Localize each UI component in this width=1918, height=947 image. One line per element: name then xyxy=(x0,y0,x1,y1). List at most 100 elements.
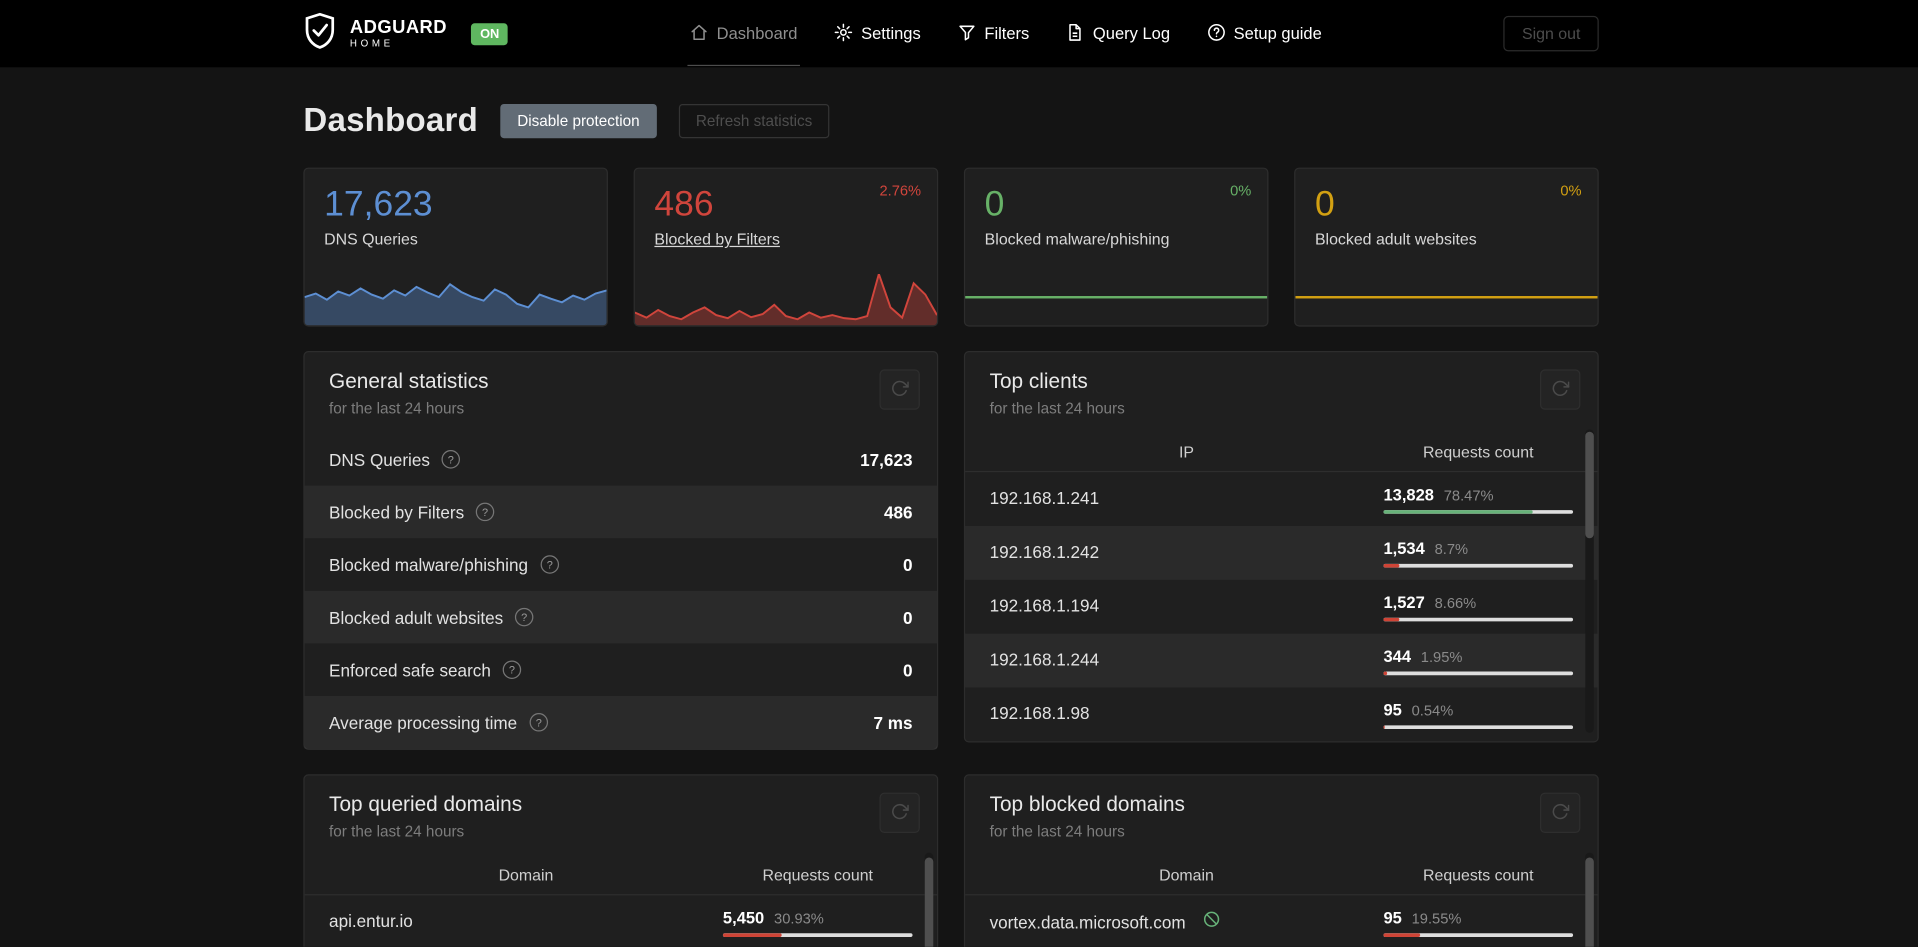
statistics-label: DNS Queries xyxy=(329,449,430,470)
column-header-requests: Requests count xyxy=(1422,442,1534,462)
blocked-by-filters-link[interactable]: Blocked by Filters xyxy=(654,230,779,248)
brand-subtitle: HOME xyxy=(349,37,394,49)
blocked-adult-card: 0% 0 Blocked adult websites xyxy=(1294,167,1599,327)
help-icon[interactable]: ? xyxy=(539,554,560,575)
dns-queries-label: DNS Queries xyxy=(324,229,418,249)
requests-count: 13,828 xyxy=(1383,485,1434,504)
blocked-adult-flatline xyxy=(1295,296,1598,299)
blocked-malware-percent: 0% xyxy=(1230,182,1252,200)
client-ip[interactable]: 192.168.1.242 xyxy=(990,542,1100,562)
requests-percent: 19.55% xyxy=(1411,909,1462,927)
card-subtitle: for the last 24 hours xyxy=(329,399,465,418)
document-icon xyxy=(1066,23,1084,45)
help-icon[interactable]: ? xyxy=(502,659,523,680)
requests-bar xyxy=(1383,724,1574,729)
top-blocked-header: Top blocked domains for the last 24 hour… xyxy=(965,776,1597,857)
statistics-label: Average processing time xyxy=(329,712,518,733)
requests-bar-fill xyxy=(1383,509,1533,514)
main-content: Dashboard Disable protection Refresh sta… xyxy=(303,102,1599,947)
nav-item-filters[interactable]: Filters xyxy=(957,23,1029,45)
question-circle-icon xyxy=(1207,23,1225,45)
card-title: Top blocked domains xyxy=(989,792,1185,816)
requests-count: 95 xyxy=(1383,700,1402,719)
statistics-value: 17,623 xyxy=(860,449,913,470)
column-header-requests: Requests count xyxy=(762,866,873,885)
requests-bar-fill xyxy=(1383,670,1388,675)
column-header-domain: Domain xyxy=(498,866,554,885)
scrollbar-thumb[interactable] xyxy=(924,857,934,947)
general-statistics-table: DNS Queries ? 17,623 Blocked by Filters … xyxy=(304,433,937,749)
scrollbar-thumb[interactable] xyxy=(1585,857,1594,947)
requests-count: 5,450 xyxy=(722,908,765,927)
refresh-card-button[interactable] xyxy=(1540,369,1581,410)
general-statistics-header: General statistics for the last 24 hours xyxy=(305,352,937,433)
blocked-icon xyxy=(1202,910,1220,928)
statistics-label: Blocked by Filters xyxy=(329,502,465,522)
statistics-value: 0 xyxy=(902,607,913,627)
brand-home-link[interactable]: ADGUARD HOME ON xyxy=(303,12,508,56)
scrollbar-track[interactable] xyxy=(924,852,934,947)
funnel-icon xyxy=(957,23,975,45)
requests-bar-fill xyxy=(722,932,782,937)
table-row: 192.168.1.242 1,534 8.7% xyxy=(965,525,1598,580)
top-blocked-table: vortex.data.microsoft.com 95 19.55% xyxy=(965,895,1597,946)
requests-percent: 1.95% xyxy=(1420,647,1463,665)
nav-item-query-log[interactable]: Query Log xyxy=(1066,23,1170,45)
table-row: vortex.data.microsoft.com 95 19.55% xyxy=(965,895,1597,946)
blocked-malware-card: 0% 0 Blocked malware/phishing xyxy=(963,167,1269,327)
help-icon[interactable]: ? xyxy=(528,712,549,733)
top-clients-header: Top clients for the last 24 hours xyxy=(965,352,1597,433)
column-header-domain: Domain xyxy=(1159,866,1214,885)
statistics-row: Blocked malware/phishing ? 0 xyxy=(305,538,937,591)
statistics-label: Enforced safe search xyxy=(329,659,491,680)
requests-count: 1,527 xyxy=(1383,592,1425,611)
top-clients-card: Top clients for the last 24 hours IP Req… xyxy=(963,351,1599,743)
nav-item-setup-guide[interactable]: Setup guide xyxy=(1207,23,1322,45)
nav-item-settings[interactable]: Settings xyxy=(834,23,921,45)
help-icon[interactable]: ? xyxy=(475,502,496,523)
general-statistics-card: General statistics for the last 24 hours… xyxy=(303,351,939,750)
top-navbar: ADGUARD HOME ON Dashboard Settings Filte… xyxy=(0,0,1918,68)
table-header-row: Domain Requests count xyxy=(965,856,1598,896)
column-header-requests: Requests count xyxy=(1422,866,1534,885)
scrollbar-track[interactable] xyxy=(1585,429,1594,733)
svg-text:?: ? xyxy=(536,717,542,729)
refresh-card-button[interactable] xyxy=(879,369,920,410)
refresh-card-button[interactable] xyxy=(879,792,920,834)
refresh-statistics-button[interactable]: Refresh statistics xyxy=(678,103,830,138)
help-icon[interactable]: ? xyxy=(514,607,535,628)
requests-bar-fill xyxy=(1383,617,1400,621)
scrollbar-thumb[interactable] xyxy=(1585,431,1594,539)
disable-protection-button[interactable]: Disable protection xyxy=(500,103,657,138)
statistics-value: 7 ms xyxy=(873,712,913,733)
nav-item-dashboard[interactable]: Dashboard xyxy=(687,23,800,66)
statistics-row: Average processing time ? 7 ms xyxy=(304,696,937,749)
refresh-icon xyxy=(1551,802,1570,824)
table-row: 192.168.1.194 1,527 8.66% xyxy=(965,580,1597,634)
card-subtitle: for the last 24 hours xyxy=(989,823,1125,841)
column-header-ip: IP xyxy=(1178,442,1195,462)
scrollbar-track[interactable] xyxy=(1585,852,1594,947)
client-ip[interactable]: 192.168.1.194 xyxy=(990,596,1100,616)
help-icon[interactable]: ? xyxy=(441,449,462,470)
statistics-value: 486 xyxy=(883,502,913,522)
client-ip[interactable]: 192.168.1.244 xyxy=(990,650,1100,670)
client-ip[interactable]: 192.168.1.241 xyxy=(990,488,1100,508)
brand-name: ADGUARD xyxy=(349,17,448,38)
dns-queries-sparkline xyxy=(304,282,607,326)
stat-cards-row: 17,623 DNS Queries 2.76% 486 Blocked by … xyxy=(303,167,1599,327)
refresh-card-button[interactable] xyxy=(1540,792,1581,834)
blocked-adult-percent: 0% xyxy=(1560,182,1582,200)
requests-bar xyxy=(1383,932,1574,937)
requests-bar-fill xyxy=(1383,724,1385,729)
blocked-domain[interactable]: vortex.data.microsoft.com xyxy=(990,913,1186,933)
table-row: api.entur.io 5,450 30.93% xyxy=(305,895,937,946)
requests-bar xyxy=(1383,509,1574,514)
queried-domain[interactable]: api.entur.io xyxy=(329,911,413,931)
sign-out-button[interactable]: Sign out xyxy=(1503,15,1599,52)
client-ip[interactable]: 192.168.1.98 xyxy=(990,703,1090,723)
requests-bar xyxy=(1383,670,1574,675)
nav-item-label: Filters xyxy=(984,24,1030,43)
statistics-row: Blocked adult websites ? 0 xyxy=(304,590,937,644)
requests-count: 1,534 xyxy=(1383,538,1425,558)
